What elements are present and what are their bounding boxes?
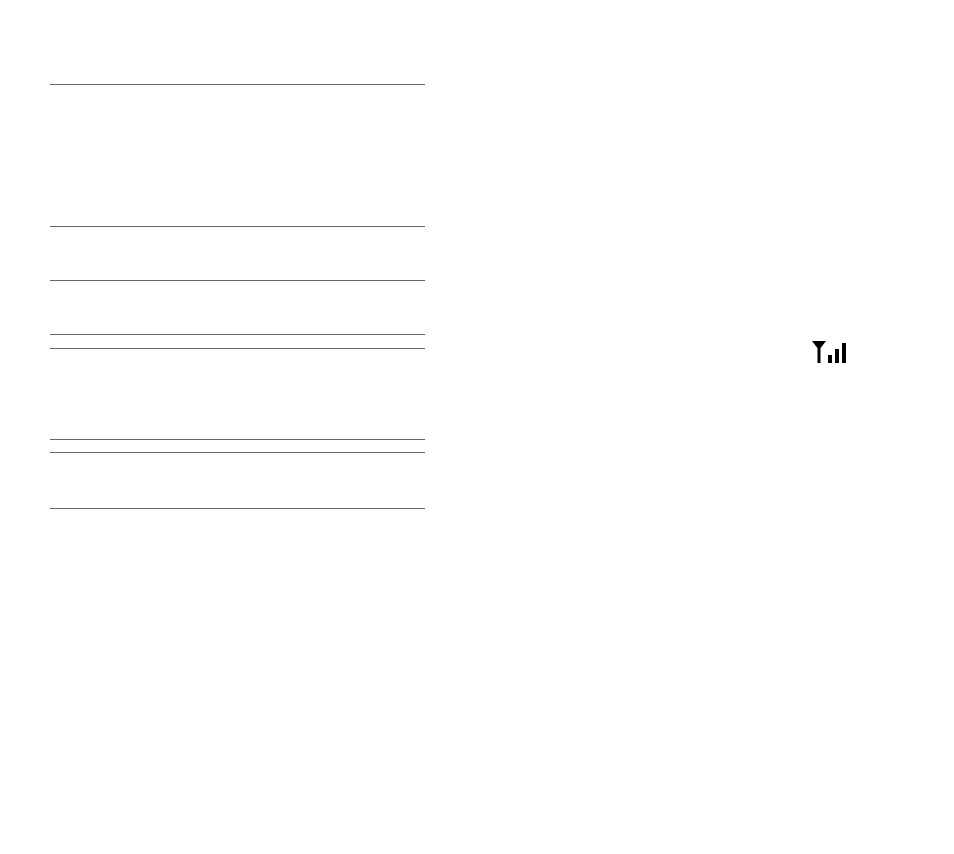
signal-bars-icon [812,341,846,363]
horizontal-rule [50,452,425,453]
horizontal-rule [50,348,425,349]
horizontal-rule [50,334,425,335]
horizontal-rule [50,439,425,440]
horizontal-rule [50,508,425,509]
horizontal-rule [50,280,425,281]
horizontal-rule [50,226,425,227]
horizontal-rule [50,84,425,85]
